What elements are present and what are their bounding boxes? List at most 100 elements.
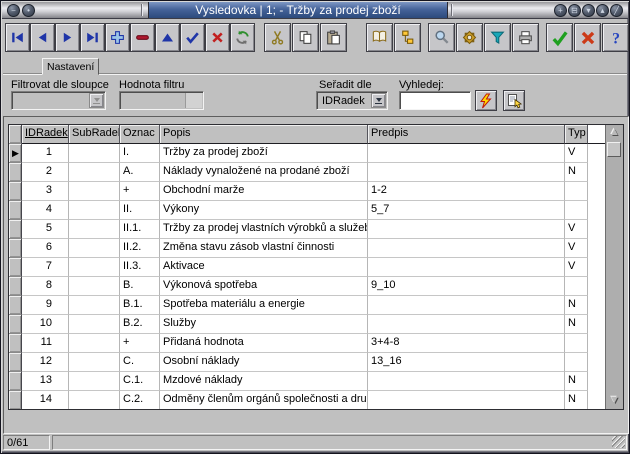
cell-idradek[interactable]: 3 [22, 182, 69, 201]
cell-popis[interactable]: Změna stavu zásob vlastní činnosti [160, 239, 368, 258]
cell-typ[interactable]: N [565, 372, 588, 391]
table-row[interactable]: 6 II.2.Změna stavu zásob vlastní činnosti… [9, 239, 623, 258]
table-row[interactable]: 9B.1.Spotřeba materiálu a energieN [9, 296, 623, 315]
cell-subradek[interactable] [69, 144, 120, 163]
table-row[interactable]: 11+Přidaná hodnota3+4-8 [9, 334, 623, 353]
cell-oznac[interactable]: II.2. [120, 239, 160, 258]
data-grid[interactable]: IDRadek SubRadek Oznac Popis Predpis Typ… [8, 124, 624, 410]
pin-button[interactable]: • [22, 4, 35, 17]
table-row[interactable]: 4II.Výkony5_7 [9, 201, 623, 220]
cell-oznac[interactable]: II. [120, 201, 160, 220]
cell-oznac[interactable]: II.3. [120, 258, 160, 277]
cell-predpis[interactable] [368, 144, 565, 163]
cell-subradek[interactable] [69, 277, 120, 296]
table-row[interactable]: 5II.1.Tržby za prodej vlastních výrobků … [9, 220, 623, 239]
raise-button[interactable]: ▴ [596, 4, 609, 17]
cell-subradek[interactable] [69, 163, 120, 182]
cell-typ[interactable]: V [565, 144, 588, 163]
cell-predpis[interactable] [368, 296, 565, 315]
filter-button[interactable] [484, 23, 511, 52]
cell-idradek[interactable]: 5 [22, 220, 69, 239]
cell-popis[interactable]: Náklady vynaložené na prodané zboží [160, 163, 368, 182]
edit-record-button[interactable] [155, 23, 180, 52]
pick-record-button[interactable] [503, 90, 525, 111]
cell-oznac[interactable]: C. [120, 353, 160, 372]
column-header-oznac[interactable]: Oznac [120, 125, 160, 144]
cell-oznac[interactable]: B. [120, 277, 160, 296]
column-header-predpis[interactable]: Predpis [368, 125, 565, 144]
cell-typ[interactable]: V [565, 239, 588, 258]
scroll-down-icon[interactable]: ▼ [606, 393, 623, 409]
cell-typ[interactable]: N [565, 315, 588, 334]
cell-oznac[interactable]: + [120, 334, 160, 353]
cell-subradek[interactable] [69, 296, 120, 315]
cell-predpis[interactable] [368, 391, 565, 410]
cell-typ[interactable] [565, 201, 588, 220]
cell-subradek[interactable] [69, 372, 120, 391]
cell-idradek[interactable]: 10 [22, 315, 69, 334]
table-row[interactable]: 10 B.2.Služby N [9, 315, 623, 334]
cell-typ[interactable] [565, 277, 588, 296]
search-button[interactable] [428, 23, 455, 52]
cell-popis[interactable]: Spotřeba materiálu a energie [160, 296, 368, 315]
cell-popis[interactable]: Výkonová spotřeba [160, 277, 368, 296]
cell-idradek[interactable]: 7 [22, 258, 69, 277]
cell-popis[interactable]: Tržby za prodej zboží [160, 144, 368, 163]
cell-idradek[interactable]: 8 [22, 277, 69, 296]
filter-value-subbutton[interactable] [185, 93, 202, 108]
cell-typ[interactable]: N [565, 391, 588, 410]
column-header-subradek[interactable]: SubRadek [69, 125, 120, 144]
cell-idradek[interactable]: 6 [22, 239, 69, 258]
chevron-down-icon[interactable] [89, 93, 104, 108]
search-input[interactable] [401, 93, 469, 108]
table-row[interactable]: 12C.Osobní náklady13_16 [9, 353, 623, 372]
filter-column-select[interactable] [11, 91, 106, 110]
cell-oznac[interactable]: B.2. [120, 315, 160, 334]
copy-button[interactable] [292, 23, 319, 52]
scrollbar-thumb[interactable] [607, 142, 621, 157]
cell-subradek[interactable] [69, 353, 120, 372]
quick-search-button[interactable] [475, 90, 497, 111]
cell-subradek[interactable] [69, 315, 120, 334]
cell-typ[interactable]: N [565, 163, 588, 182]
post-edit-button[interactable] [180, 23, 205, 52]
cell-popis[interactable]: Aktivace [160, 258, 368, 277]
cell-predpis[interactable] [368, 220, 565, 239]
close-button[interactable]: ╱ [610, 4, 623, 17]
scroll-up-icon[interactable]: ▲ [606, 125, 623, 141]
close-form-button[interactable] [574, 23, 601, 52]
cell-subradek[interactable] [69, 220, 120, 239]
insert-record-button[interactable] [105, 23, 130, 52]
cell-popis[interactable]: Obchodní marže [160, 182, 368, 201]
last-record-button[interactable] [80, 23, 105, 52]
cell-idradek[interactable]: 4 [22, 201, 69, 220]
table-row[interactable]: 3+Obchodní marže1-2 [9, 182, 623, 201]
cell-subradek[interactable] [69, 258, 120, 277]
grid-vertical-scrollbar[interactable]: ▲ ▼ [605, 125, 623, 409]
cell-popis[interactable]: Služby [160, 315, 368, 334]
table-row[interactable]: 8B.Výkonová spotřeba9_10 [9, 277, 623, 296]
table-row[interactable]: 2 A.Náklady vynaložené na prodané zboží N [9, 163, 623, 182]
cell-oznac[interactable]: II.1. [120, 220, 160, 239]
table-row[interactable]: ▶1I.Tržby za prodej zbožíV [9, 144, 623, 163]
cell-predpis[interactable]: 1-2 [368, 182, 565, 201]
cell-idradek[interactable]: 2 [22, 163, 69, 182]
cell-idradek[interactable]: 1 [22, 144, 69, 163]
refresh-button[interactable] [230, 23, 255, 52]
cell-popis[interactable]: Mzdové náklady [160, 372, 368, 391]
cell-subradek[interactable] [69, 201, 120, 220]
maximize-button[interactable]: + [554, 4, 567, 17]
cell-subradek[interactable] [69, 239, 120, 258]
titlebar[interactable]: − • Vysledovka | 1; - Tržby za prodej zb… [2, 2, 628, 19]
cell-predpis[interactable] [368, 163, 565, 182]
cell-oznac[interactable]: A. [120, 163, 160, 182]
column-header-idradek[interactable]: IDRadek [22, 125, 69, 144]
cell-typ[interactable]: V [565, 258, 588, 277]
cell-popis[interactable]: Výkony [160, 201, 368, 220]
cancel-edit-button[interactable] [205, 23, 230, 52]
cell-idradek[interactable]: 12 [22, 353, 69, 372]
cut-button[interactable] [264, 23, 291, 52]
filter-value-field[interactable] [119, 91, 204, 110]
cell-idradek[interactable]: 14 [22, 391, 69, 410]
cell-oznac[interactable]: C.2. [120, 391, 160, 410]
